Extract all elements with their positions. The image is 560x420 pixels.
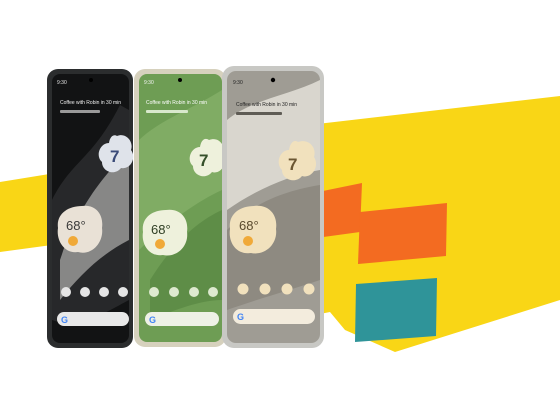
- event-text: Coffee with Robin in 30 min: [146, 100, 207, 106]
- search-bar[interactable]: [233, 309, 315, 324]
- messages-app-icon[interactable]: [259, 283, 271, 295]
- status-time: 9:30: [233, 80, 243, 86]
- camera-app-icon[interactable]: [303, 283, 315, 295]
- temperature: 68°: [239, 218, 259, 233]
- search-bar[interactable]: [145, 312, 219, 326]
- camera-icon: [178, 78, 182, 82]
- temperature: 68°: [66, 218, 86, 233]
- event-text: Coffee with Robin in 30 min: [60, 100, 121, 106]
- chrome-app-icon[interactable]: [99, 287, 109, 297]
- event-sub: [236, 112, 282, 115]
- event-sub: [146, 110, 188, 113]
- google-g-icon: G: [237, 312, 244, 322]
- temperature: 68°: [151, 222, 171, 237]
- event-sub: [60, 110, 100, 113]
- camera-icon: [89, 78, 93, 82]
- messages-app-icon[interactable]: [169, 287, 179, 297]
- clock-hour: 7: [199, 151, 208, 170]
- product-banner: 9:30 Coffee with Robin in 30 min 7 68° G…: [0, 66, 560, 352]
- phone-app-icon[interactable]: [149, 287, 159, 297]
- clock-hour: 7: [288, 155, 297, 174]
- sun-icon: [243, 236, 253, 246]
- clock-hour: 7: [110, 147, 119, 166]
- status-time: 9:30: [57, 80, 67, 86]
- teal-square: [355, 278, 437, 342]
- camera-icon: [270, 77, 276, 83]
- orange-block-lower: [358, 203, 447, 264]
- chrome-app-icon[interactable]: [281, 283, 293, 295]
- camera-app-icon[interactable]: [118, 287, 128, 297]
- sun-icon: [68, 236, 78, 246]
- phone-obsidian: 9:30 Coffee with Robin in 30 min 7 68° G: [47, 69, 134, 348]
- chrome-app-icon[interactable]: [189, 287, 199, 297]
- google-g-icon: G: [61, 315, 68, 325]
- phone-app-icon[interactable]: [237, 283, 249, 295]
- google-g-icon: G: [149, 315, 156, 325]
- phone-snow: 9:30 Coffee with Robin in 30 min 7 68° G: [222, 66, 324, 348]
- status-time: 9:30: [144, 80, 154, 86]
- event-text: Coffee with Robin in 30 min: [236, 102, 297, 108]
- messages-app-icon[interactable]: [80, 287, 90, 297]
- phone-app-icon[interactable]: [61, 287, 71, 297]
- phone-lemongrass: 9:30 Coffee with Robin in 30 min 7 68° G: [134, 69, 226, 347]
- sun-icon: [155, 239, 165, 249]
- camera-app-icon[interactable]: [208, 287, 218, 297]
